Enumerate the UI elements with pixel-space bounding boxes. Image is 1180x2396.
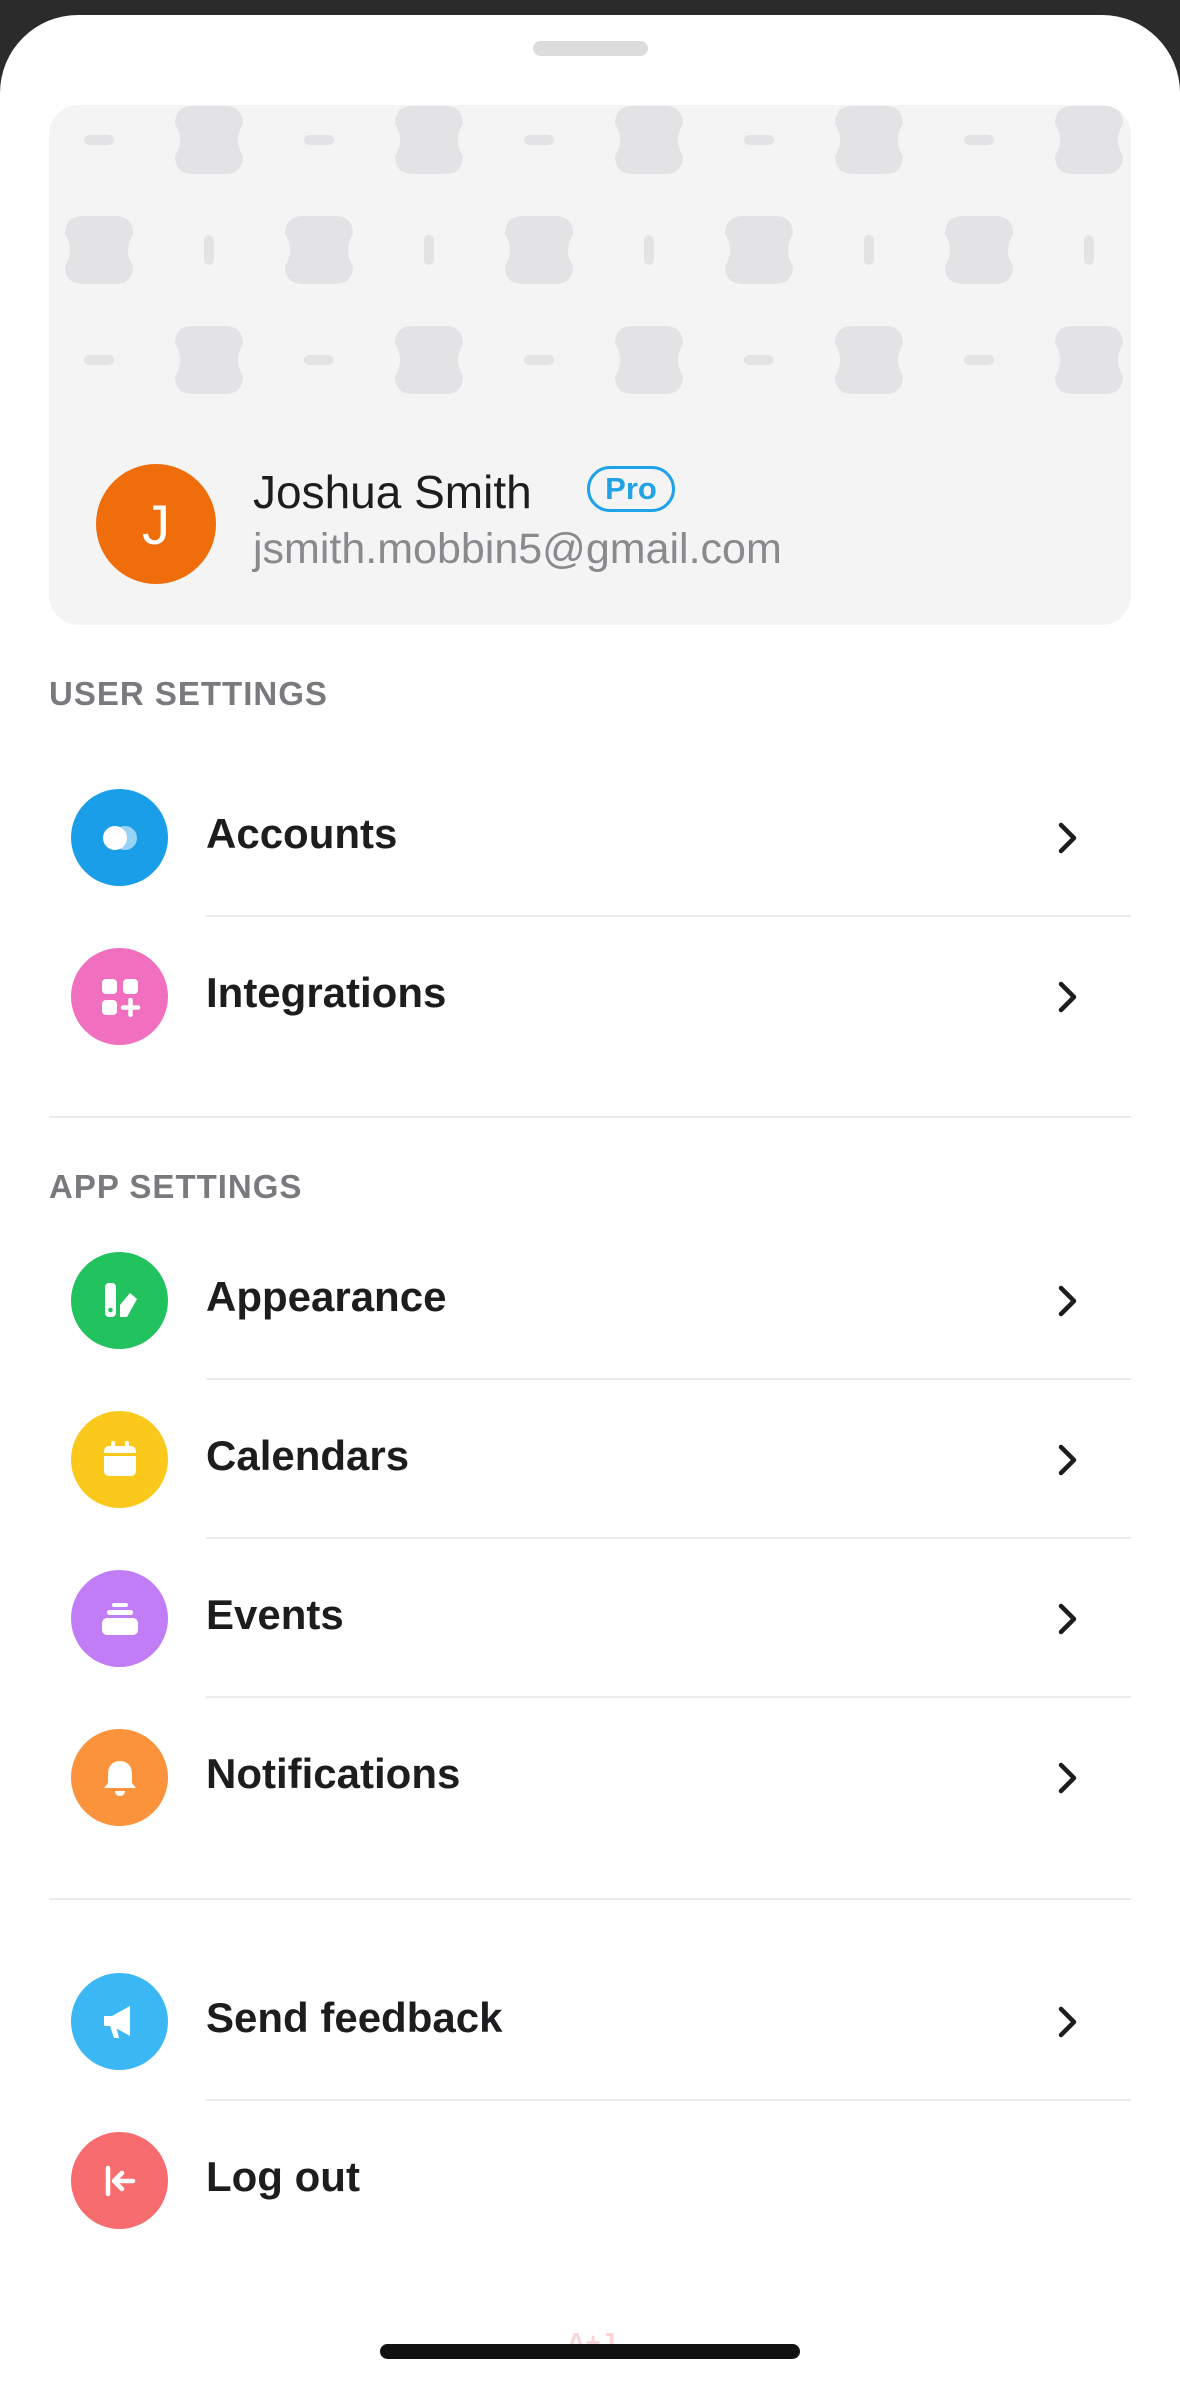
row-events[interactable]: Events (0, 1539, 1180, 1698)
pattern-shape (175, 106, 243, 174)
pattern-shape (835, 106, 903, 174)
chevron-right-icon (1058, 2006, 1077, 2038)
pattern-dash (744, 135, 774, 145)
pattern-shape (615, 326, 683, 394)
row-label-accounts: Accounts (206, 810, 398, 857)
accounts-icon (71, 789, 168, 886)
row-label-appearance: Appearance (206, 1273, 447, 1320)
section-title-app-settings: APP SETTINGS (49, 1168, 303, 1205)
avatar-initial: J (142, 492, 170, 556)
pattern-shape (835, 326, 903, 394)
pattern-shape (945, 216, 1013, 284)
pattern-shape (65, 216, 133, 284)
row-label-integrations: Integrations (206, 969, 447, 1016)
settings-sheet: J Joshua Smith Pro jsmith.mobbin5@gmail.… (0, 15, 1180, 2396)
row-label-send-feedback: Send feedback (206, 1994, 503, 2041)
row-notifications[interactable]: Notifications (0, 1698, 1180, 1857)
chevron-right-icon (1058, 981, 1077, 1013)
chevron-right-icon (1058, 1285, 1077, 1317)
pro-badge: Pro (587, 466, 675, 512)
pattern-dash (424, 235, 434, 265)
sheet-grabber[interactable] (533, 41, 648, 56)
pattern-dash (524, 135, 554, 145)
pattern-shape (395, 326, 463, 394)
pattern-dash (964, 355, 994, 365)
events-icon (71, 1570, 168, 1667)
pattern-shape (175, 326, 243, 394)
chevron-right-icon (1058, 1762, 1077, 1794)
pattern-dash (964, 135, 994, 145)
chevron-right-icon (1058, 822, 1077, 854)
row-appearance[interactable]: Appearance (0, 1221, 1180, 1380)
chevron-right-icon (1058, 1444, 1077, 1476)
row-calendars[interactable]: Calendars (0, 1380, 1180, 1539)
pattern-shape (395, 106, 463, 174)
pattern-shape (615, 106, 683, 174)
row-send-feedback[interactable]: Send feedback (0, 1942, 1180, 2101)
pattern-dash (304, 135, 334, 145)
profile-card[interactable]: J Joshua Smith Pro jsmith.mobbin5@gmail.… (49, 105, 1131, 625)
section-title-user-settings: USER SETTINGS (49, 675, 328, 712)
logout-icon (71, 2132, 168, 2229)
user-email: jsmith.mobbin5@gmail.com (253, 525, 782, 573)
pattern-shape (1055, 106, 1123, 174)
bell-icon (71, 1729, 168, 1826)
row-integrations[interactable]: Integrations (0, 917, 1180, 1076)
chevron-right-icon (1058, 1603, 1077, 1635)
pattern-dash (864, 235, 874, 265)
row-label-calendars: Calendars (206, 1432, 410, 1479)
megaphone-icon (71, 1973, 168, 2070)
pattern-shape (1055, 326, 1123, 394)
pattern-dash (304, 355, 334, 365)
user-name: Joshua Smith (253, 466, 532, 518)
section-divider (49, 1116, 1131, 1118)
row-label-log-out: Log out (206, 2153, 360, 2200)
row-log-out[interactable]: Log out (0, 2101, 1180, 2260)
appearance-icon (71, 1252, 168, 1349)
avatar[interactable]: J (96, 464, 216, 584)
home-indicator[interactable] (380, 2344, 800, 2359)
calendar-icon (71, 1411, 168, 1508)
profile-pattern (65, 106, 1123, 394)
pattern-dash (204, 235, 214, 265)
pattern-dash (84, 135, 114, 145)
pattern-dash (1084, 235, 1094, 265)
row-accounts[interactable]: Accounts (0, 758, 1180, 917)
pattern-dash (84, 355, 114, 365)
integrations-icon (71, 948, 168, 1045)
pattern-dash (744, 355, 774, 365)
section-divider (49, 1898, 1131, 1900)
pattern-dash (524, 355, 554, 365)
row-label-events: Events (206, 1591, 344, 1638)
pattern-shape (725, 216, 793, 284)
pattern-shape (285, 216, 353, 284)
pattern-dash (644, 235, 654, 265)
row-label-notifications: Notifications (206, 1750, 461, 1797)
pattern-shape (505, 216, 573, 284)
